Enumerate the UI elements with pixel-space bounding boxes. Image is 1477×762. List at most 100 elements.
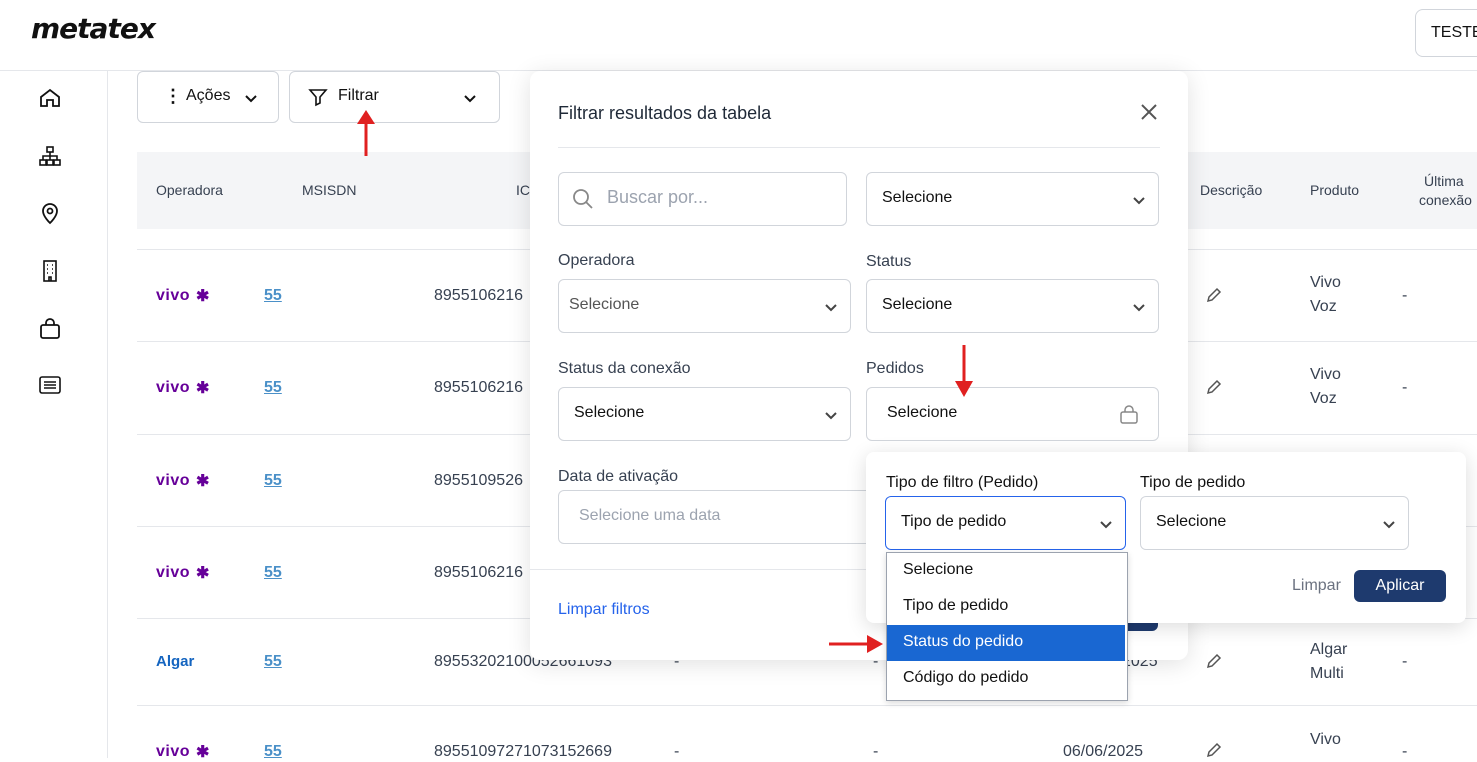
produto-cell: Voz <box>1310 390 1337 407</box>
aplicar-button[interactable]: Aplicar <box>1354 570 1446 602</box>
tipo-filtro-options: Selecione Tipo de pedido Status do pedid… <box>886 552 1128 701</box>
annotation-arrow-down-icon <box>955 345 973 397</box>
header-operadora[interactable]: Operadora <box>156 182 223 198</box>
chevron-down-icon <box>825 412 837 420</box>
table-row: vivo ✱ 55 89551097271073152669 - - 06/06… <box>137 705 1477 761</box>
bag-icon[interactable] <box>38 317 62 341</box>
data-ativacao-input[interactable]: Selecione uma data <box>558 490 898 544</box>
app-logo[interactable]: metatex <box>31 12 156 45</box>
header-ultima-1[interactable]: Última <box>1424 173 1464 189</box>
select-value: Selecione <box>882 296 953 313</box>
home-icon[interactable] <box>38 86 62 110</box>
sitemap-icon[interactable] <box>38 144 62 168</box>
iccid-cell: 8955106216 <box>434 564 523 581</box>
sidebar <box>0 71 108 758</box>
operator-logo: vivo <box>156 379 191 396</box>
ultima-cell: - <box>1402 287 1408 304</box>
header-iccid[interactable]: IC <box>516 182 530 198</box>
operator-logo: Algar <box>156 653 195 670</box>
operator-logo: vivo <box>156 287 191 304</box>
close-icon[interactable] <box>1138 101 1160 123</box>
select-value: Tipo de pedido <box>901 513 1007 530</box>
chevron-down-icon <box>1133 197 1145 205</box>
operadora-select[interactable]: Selecione <box>558 279 851 333</box>
select-value: Selecione <box>574 404 645 421</box>
filter-icon <box>308 89 328 107</box>
select-value: Selecione <box>1156 513 1227 530</box>
iccid-cell: 8955109526 <box>434 472 523 489</box>
status-select[interactable]: Selecione <box>866 279 1159 333</box>
option-codigo-pedido[interactable]: Código do pedido <box>887 661 1125 697</box>
iccid-cell: 89551097271073152669 <box>434 743 612 760</box>
option-selecione[interactable]: Selecione <box>887 553 1125 589</box>
select-value: Selecione <box>569 296 640 313</box>
produto-cell: Vivo <box>1310 731 1341 748</box>
header-msisdn[interactable]: MSISDN <box>302 182 356 198</box>
edit-icon[interactable] <box>1205 652 1223 670</box>
list-icon[interactable] <box>38 373 62 397</box>
produto-cell: Multi <box>1310 665 1344 682</box>
msisdn-link[interactable]: 55 <box>264 379 282 397</box>
search-input[interactable]: Buscar por... <box>558 172 847 226</box>
msisdn-link[interactable]: 55 <box>264 472 282 490</box>
limpar-button[interactable]: Limpar <box>1292 577 1341 595</box>
search-icon <box>573 189 593 209</box>
header-ultima-2: conexão <box>1419 192 1472 208</box>
chevron-down-icon <box>1100 521 1112 529</box>
actions-label: Ações <box>186 87 231 104</box>
select-value: Selecione <box>882 189 953 206</box>
pedidos-select[interactable]: Selecione <box>866 387 1159 441</box>
vivo-figure-icon: ✱ <box>196 473 210 490</box>
vivo-figure-icon: ✱ <box>196 744 210 761</box>
option-status-pedido[interactable]: Status do pedido <box>887 625 1125 661</box>
header-descricao[interactable]: Descrição <box>1200 182 1262 198</box>
pedidos-label: Pedidos <box>866 360 924 377</box>
produto-cell: Vivo <box>1310 366 1341 383</box>
divider <box>558 147 1160 148</box>
status-conexao-label: Status da conexão <box>558 360 691 377</box>
modal-title: Filtrar resultados da tabela <box>558 103 772 123</box>
date-cell: 06/06/2025 <box>1063 743 1144 760</box>
table-cell: - <box>873 743 879 760</box>
edit-icon[interactable] <box>1205 286 1223 304</box>
tipo-filtro-label: Tipo de filtro (Pedido) <box>886 474 1039 491</box>
table-cell: - <box>674 743 680 760</box>
select-value: Selecione <box>887 404 958 421</box>
status-label: Status <box>866 253 912 270</box>
ultima-cell: - <box>1402 653 1408 670</box>
location-icon[interactable] <box>38 201 62 225</box>
msisdn-link[interactable]: 55 <box>264 653 282 671</box>
option-tipo-pedido[interactable]: Tipo de pedido <box>887 589 1125 625</box>
date-placeholder: Selecione uma data <box>579 507 721 524</box>
chevron-down-icon <box>825 304 837 312</box>
vivo-figure-icon: ✱ <box>196 565 210 582</box>
tipo-pedido-label: Tipo de pedido <box>1140 474 1246 491</box>
filter-button[interactable]: Filtrar <box>289 71 500 123</box>
produto-cell: Voz <box>1310 298 1337 315</box>
search-field-select[interactable]: Selecione <box>866 172 1159 226</box>
ultima-cell: - <box>1402 743 1408 760</box>
search-placeholder: Buscar por... <box>607 187 709 207</box>
chevron-down-icon <box>245 95 257 103</box>
filter-label: Filtrar <box>338 87 379 104</box>
msisdn-link[interactable]: 55 <box>264 564 282 582</box>
status-conexao-select[interactable]: Selecione <box>558 387 851 441</box>
annotation-arrow-right-icon <box>829 635 883 653</box>
clear-filters-link[interactable]: Limpar filtros <box>558 601 650 619</box>
msisdn-link[interactable]: 55 <box>264 287 282 305</box>
vivo-figure-icon: ✱ <box>196 380 210 397</box>
actions-button[interactable]: ⋮ Ações <box>137 71 279 123</box>
msisdn-link[interactable]: 55 <box>264 743 282 761</box>
edit-icon[interactable] <box>1205 378 1223 396</box>
tipo-filtro-select[interactable]: Tipo de pedido <box>885 496 1126 550</box>
operator-logo: vivo <box>156 472 191 489</box>
iccid-cell: 8955106216 <box>434 379 523 396</box>
building-icon[interactable] <box>38 259 62 283</box>
annotation-arrow-up-icon <box>357 110 375 156</box>
vivo-figure-icon: ✱ <box>196 288 210 305</box>
operator-logo: vivo <box>156 564 191 581</box>
tipo-pedido-select[interactable]: Selecione <box>1140 496 1409 550</box>
user-menu-button[interactable]: TESTE <box>1415 9 1477 57</box>
header-produto[interactable]: Produto <box>1310 182 1359 198</box>
edit-icon[interactable] <box>1205 741 1223 759</box>
